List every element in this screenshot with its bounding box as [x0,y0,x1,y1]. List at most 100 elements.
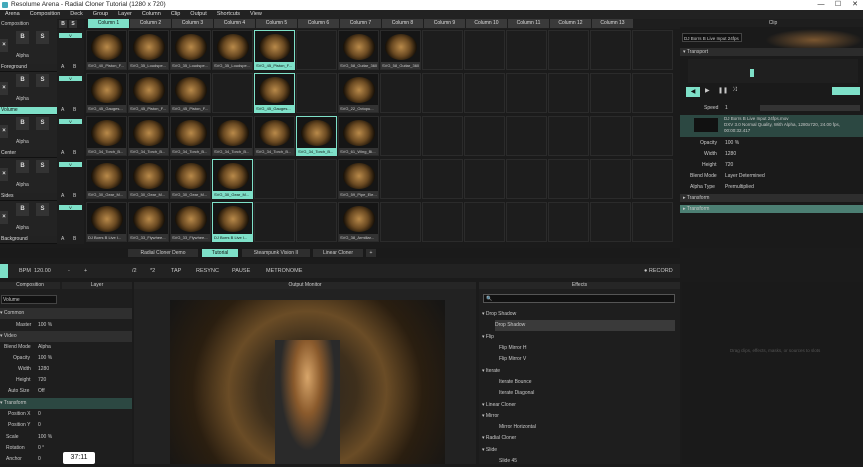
layer-clear-button[interactable]: × [0,82,8,95]
layer-blend-label[interactable]: Alpha [16,182,29,188]
menu-composition[interactable]: Composition [25,10,66,19]
clip-slot[interactable]: DJ Borrs B Live I... [212,202,253,242]
effect-slide-45[interactable]: Slide 45 [499,456,696,467]
anchor-value[interactable]: 0 [38,454,41,465]
speed-slider[interactable] [760,105,860,111]
clip-slot[interactable]: SVG_30_Gear_M... [128,159,169,199]
random-button[interactable]: ⤨ [732,87,737,94]
effects-search-input[interactable]: 🔍 [483,294,675,303]
empty-clip-slot[interactable] [506,202,547,242]
effect-mirror-horizontal[interactable]: Mirror Horizontal [499,422,696,433]
column-header-8[interactable]: Column 8 [382,19,423,28]
scale-value[interactable]: 100 % [38,432,52,443]
empty-clip-slot[interactable] [632,159,673,199]
layer-blend-label[interactable]: Alpha [16,53,29,59]
menu-view[interactable]: View [245,10,267,19]
empty-clip-slot[interactable] [506,73,547,113]
clip-width-value[interactable]: 1280 [725,151,736,157]
layer-video-toggle[interactable]: V [59,205,82,210]
deck-tab-radial-cloner-demo[interactable]: Radial Cloner Demo [128,249,198,257]
clip-slot[interactable]: SVG_35_Loudspe... [128,30,169,70]
composition-header[interactable]: Composition [0,19,57,29]
column-header-11[interactable]: Column 11 [508,19,549,28]
transport-section-header[interactable]: ▾ Transport [680,48,863,56]
empty-clip-slot[interactable] [632,30,673,70]
menu-arena[interactable]: Arena [0,10,25,19]
empty-clip-slot[interactable] [464,73,505,113]
clip-slot[interactable]: SVG_45_Gauges... [86,73,127,113]
layer-crossfade-b[interactable]: B [73,64,76,70]
clip-slot[interactable]: SVG_34_Torch_B... [254,116,295,156]
clip-slot[interactable]: SVG_34_Torch_B... [296,116,337,156]
layer-bypass-button[interactable]: B [16,203,29,216]
master-value[interactable]: 100 % [38,320,52,331]
layer-solo-button[interactable]: S [36,160,49,173]
layer-crossfade-b[interactable]: B [73,236,76,242]
layer-bypass-button[interactable]: B [16,31,29,44]
empty-clip-slot[interactable] [464,116,505,156]
empty-clip-slot[interactable] [590,202,631,242]
clip-slot[interactable]: SVG_45_Piston_F... [170,73,211,113]
empty-clip-slot[interactable] [464,202,505,242]
effect-iterate-bounce[interactable]: Iterate Bounce [499,377,696,388]
clip-slot[interactable]: SVG_22_Octopu... [338,73,379,113]
metronome-button[interactable]: METRONOME [266,264,302,278]
effect-flip-mirror-h[interactable]: Flip Mirror H [499,343,696,354]
comp-solo-button[interactable]: S [69,20,77,28]
empty-clip-slot[interactable] [590,116,631,156]
effect-group-mirror[interactable]: ▾ Mirror [482,411,679,422]
rotation-value[interactable]: 0 ° [38,443,44,454]
clip-blend-dropdown[interactable]: Layer Determined [725,173,765,179]
menu-column[interactable]: Column [137,10,166,19]
layer-crossfade-a[interactable]: A [61,236,64,242]
effect-drop-shadow[interactable]: Drop Shadow [495,320,675,331]
column-header-5[interactable]: Column 5 [256,19,297,28]
minimize-button[interactable]: — [812,0,830,10]
menu-layer[interactable]: Layer [113,10,137,19]
layer-clear-button[interactable]: × [0,39,8,52]
column-header-10[interactable]: Column 10 [466,19,507,28]
effect-group-slide[interactable]: ▾ Slide [482,445,679,456]
empty-clip-slot[interactable] [548,73,589,113]
loop-mode-buttons[interactable] [832,87,860,95]
column-header-7[interactable]: Column 7 [340,19,381,28]
deck-tab-linear-cloner[interactable]: Linear Cloner [313,249,363,257]
empty-clip-slot[interactable] [422,202,463,242]
blend-mode-dropdown[interactable]: Alpha [38,342,51,353]
bpm-minus-button[interactable]: - [68,264,70,278]
play-reverse-button[interactable]: ◀ [686,87,700,97]
layer-clear-button[interactable]: × [0,125,8,138]
empty-clip-slot[interactable] [380,159,421,199]
effect-group-drop-shadow[interactable]: ▾ Drop Shadow [482,309,679,320]
column-header-13[interactable]: Column 13 [592,19,633,28]
menu-clip[interactable]: Clip [166,10,185,19]
clip-slot[interactable]: SVG_34_Torch_B... [86,116,127,156]
column-header-2[interactable]: Column 2 [130,19,171,28]
clip-slot[interactable]: SVG_40_Piston_F... [86,30,127,70]
empty-clip-slot[interactable] [296,159,337,199]
clip-slot[interactable]: SVG_30_Gear_M... [170,159,211,199]
clip-opacity-value[interactable]: 100 % [725,140,739,146]
clip-slot[interactable]: DJ Borrs B Live I... [86,202,127,242]
empty-clip-slot[interactable] [422,116,463,156]
menu-shortcuts[interactable]: Shortcuts [212,10,245,19]
bpm-plus-button[interactable]: + [84,264,87,278]
clip-slot[interactable]: SVG_38_Armillar... [338,202,379,242]
empty-clip-slot[interactable] [506,30,547,70]
empty-clip-slot[interactable] [590,159,631,199]
clip-slot[interactable]: SVG_61_Wing_Bi... [338,116,379,156]
speed-value[interactable]: 1 [725,105,728,111]
column-header-3[interactable]: Column 3 [172,19,213,28]
layer-name-label[interactable]: Center [0,150,57,157]
height-value[interactable]: 720 [38,375,46,386]
empty-clip-slot[interactable] [380,202,421,242]
layer-bypass-button[interactable]: B [16,74,29,87]
timeline-playhead[interactable] [750,69,754,77]
opacity-value[interactable]: 100 % [38,353,52,364]
clip-slot[interactable]: SVG_35_Loudspe... [170,30,211,70]
clip-timeline[interactable] [688,59,858,83]
empty-clip-slot[interactable] [590,73,631,113]
clip-slot[interactable]: SVG_45_Piston_F... [128,73,169,113]
effect-group-linear-cloner[interactable]: ▾ Linear Cloner [482,400,679,411]
column-header-6[interactable]: Column 6 [298,19,339,28]
